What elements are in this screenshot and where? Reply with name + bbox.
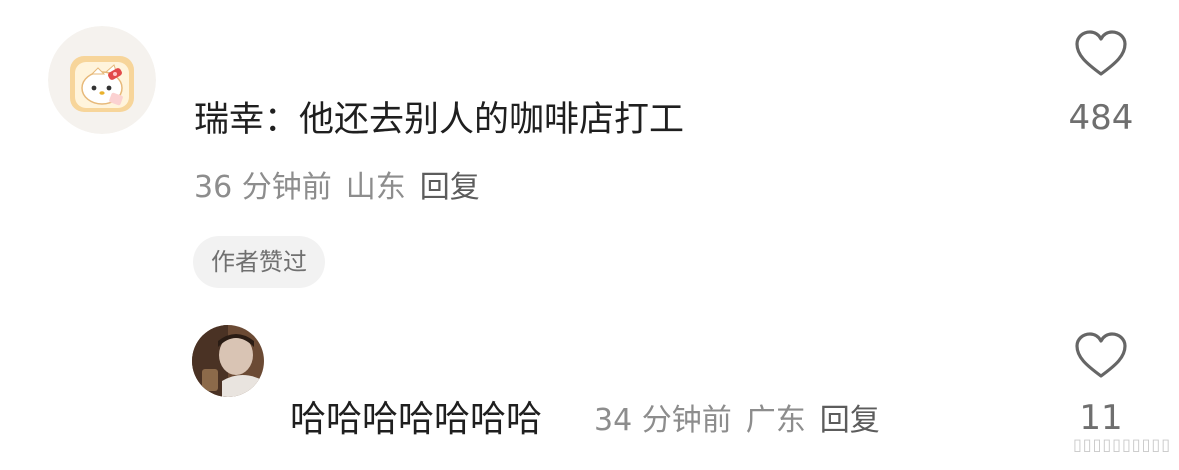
like-count: 11 bbox=[1079, 398, 1123, 438]
reply-button[interactable]: 回复 bbox=[420, 170, 480, 205]
comment-text[interactable]: 瑞幸：他还去别人的咖啡店打工 bbox=[194, 97, 684, 143]
comment-time: 34 分钟前 bbox=[594, 403, 732, 438]
heart-icon[interactable] bbox=[1074, 332, 1128, 380]
like-area[interactable]: 484 bbox=[1060, 30, 1142, 138]
avatar[interactable] bbox=[48, 26, 156, 134]
reply-comment-item: 哈哈哈哈哈哈哈 34 分钟前 广东 回复 11 bbox=[0, 300, 1179, 470]
comment-meta: 34 分钟前 广东 回复 bbox=[594, 401, 894, 441]
avatar[interactable] bbox=[192, 325, 264, 397]
comment-item: 瑞幸：他还去别人的咖啡店打工 36 分钟前 山东 回复 作者赞过 484 bbox=[0, 0, 1179, 300]
hello-kitty-toast-avatar-icon bbox=[48, 26, 156, 134]
like-count: 484 bbox=[1068, 98, 1134, 138]
comment-location: 广东 bbox=[745, 403, 806, 438]
like-area[interactable]: 11 bbox=[1060, 332, 1142, 438]
photo-avatar-icon bbox=[192, 325, 264, 397]
watermark: ▯▯▯▯▯▯▯▯▯▯ bbox=[1072, 435, 1171, 454]
comment-text[interactable]: 哈哈哈哈哈哈哈 bbox=[290, 397, 542, 443]
reply-button[interactable]: 回复 bbox=[820, 403, 880, 438]
comment-time: 36 分钟前 bbox=[194, 170, 332, 205]
author-liked-badge: 作者赞过 bbox=[193, 236, 325, 288]
comment-location: 山东 bbox=[345, 170, 406, 205]
comment-meta: 36 分钟前 山东 回复 bbox=[194, 168, 494, 208]
heart-icon[interactable] bbox=[1074, 30, 1128, 78]
